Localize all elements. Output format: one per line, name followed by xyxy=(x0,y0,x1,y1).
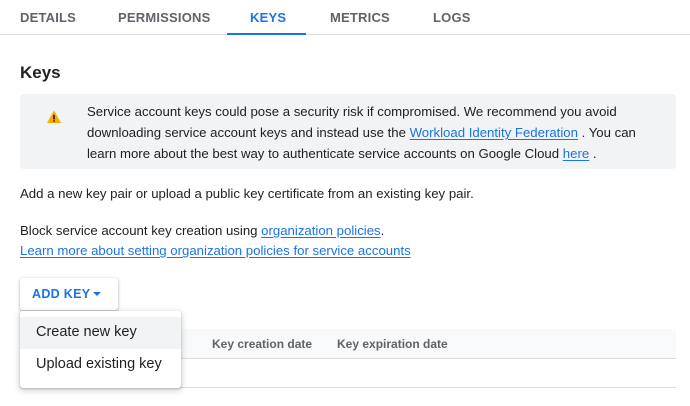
tab-metrics[interactable]: METRICS xyxy=(330,0,390,35)
page-title: Keys xyxy=(20,63,61,82)
add-key-label: ADD KEY xyxy=(32,287,91,301)
banner-text-end: . xyxy=(589,146,597,161)
warning-icon xyxy=(47,110,61,123)
upload-existing-key-item[interactable]: Upload existing key xyxy=(20,349,181,381)
tab-bar: DETAILS PERMISSIONS KEYS METRICS LOGS xyxy=(0,0,690,35)
authentication-here-link[interactable]: here xyxy=(563,146,589,161)
caret-down-icon xyxy=(93,292,101,296)
policy-period: . xyxy=(380,223,385,238)
learn-more-org-policies-link[interactable]: Learn more about setting organization po… xyxy=(20,243,411,258)
workload-identity-federation-link[interactable]: Workload Identity Federation xyxy=(410,125,578,140)
add-key-dropdown-menu: Create new key Upload existing key xyxy=(20,311,181,388)
column-key-expiration-date[interactable]: Key expiration date xyxy=(337,337,448,351)
banner-message: Service account keys could pose a securi… xyxy=(87,101,662,164)
tab-logs[interactable]: LOGS xyxy=(433,0,471,35)
tab-permissions[interactable]: PERMISSIONS xyxy=(118,0,211,35)
policy-description: Block service account key creation using… xyxy=(20,221,411,261)
add-key-button[interactable]: ADD KEY xyxy=(20,278,118,310)
policy-text: Block service account key creation using xyxy=(20,223,262,238)
organization-policies-link[interactable]: organization policies xyxy=(261,223,381,238)
security-warning-banner: Service account keys could pose a securi… xyxy=(20,94,676,169)
tab-keys[interactable]: KEYS xyxy=(227,0,306,35)
create-new-key-item[interactable]: Create new key xyxy=(20,317,181,349)
column-key-creation-date[interactable]: Key creation date xyxy=(212,337,312,351)
add-key-description: Add a new key pair or upload a public ke… xyxy=(20,186,474,201)
tab-details[interactable]: DETAILS xyxy=(20,0,76,35)
